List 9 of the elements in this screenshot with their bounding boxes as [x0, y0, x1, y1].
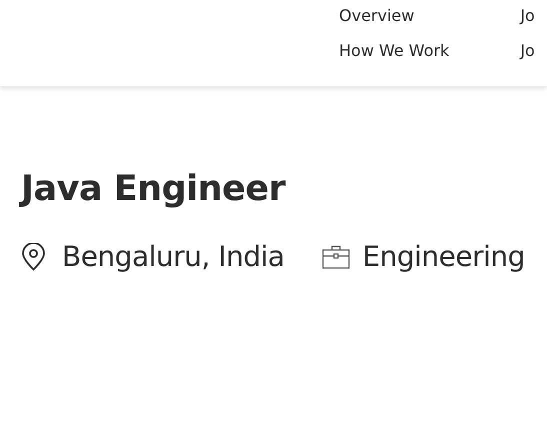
- nav-link[interactable]: Jo: [520, 39, 535, 63]
- nav-link[interactable]: Overview: [339, 4, 450, 28]
- nav-link[interactable]: Jo: [520, 4, 535, 28]
- location-pin-icon: [21, 243, 46, 271]
- job-title: Java Engineer: [21, 168, 287, 211]
- nav-link[interactable]: How We Work: [339, 39, 450, 63]
- job-department: Engineering: [362, 239, 525, 275]
- briefcase-icon: [322, 245, 350, 269]
- job-location: Bengaluru, India: [62, 239, 284, 275]
